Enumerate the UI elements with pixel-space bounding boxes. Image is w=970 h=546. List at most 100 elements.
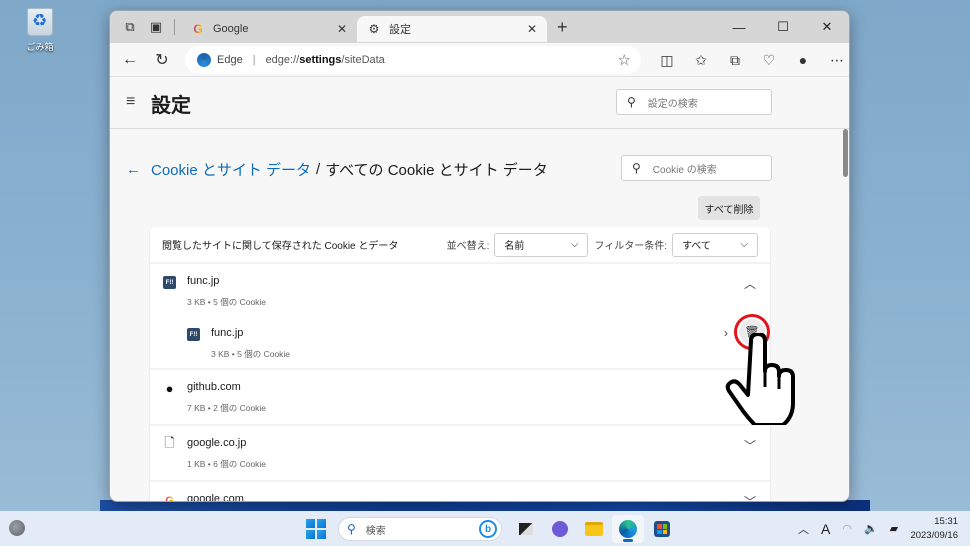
profile-icon[interactable]: ● [786, 46, 820, 74]
toolbar-actions: ◫ ✩ ⧉ ♡ ● ⋯ [650, 46, 849, 74]
delete-all-button[interactable]: すべて削除 [698, 196, 760, 220]
minimize-button[interactable]: — [717, 11, 761, 43]
site-row-header[interactable]: F!! func.jp 3 KB • 5 個の Cookie ︿ [150, 264, 770, 318]
file-explorer-button[interactable] [578, 515, 610, 543]
address-bar[interactable]: Edge | edge://settings/siteData ☆ [185, 46, 641, 74]
ime-indicator[interactable]: A [821, 521, 830, 537]
site-row-func-jp: F!! func.jp 3 KB • 5 個の Cookie ︿ F!! fun… [150, 264, 770, 370]
store-app-button[interactable] [646, 515, 678, 543]
back-arrow-icon[interactable]: ← [126, 161, 141, 178]
chat-app-button[interactable] [544, 515, 576, 543]
site-row-google-com[interactable]: G google.com ﹀ [150, 482, 770, 502]
refresh-button[interactable]: ↻ [146, 46, 178, 74]
browser-essentials-icon[interactable]: ♡ [752, 46, 786, 74]
site-sub-row[interactable]: F!! func.jp 3 KB • 5 個の Cookie › 🗑 [150, 314, 770, 368]
cookie-search-input[interactable]: ⚲ Cookie の検索 [621, 155, 772, 181]
site-row-header[interactable]: G google.com ﹀ [150, 482, 770, 502]
site-row-header[interactable]: ● github.com 7 KB • 2 個の Cookie [150, 370, 770, 424]
browser-window: ⧉ ▣ G Google ✕ ⚙ 設定 ✕ + — ☐ ✕ ← ↻ Edge |… [109, 10, 850, 502]
close-tab-icon[interactable]: ✕ [527, 22, 537, 36]
site-meta: 1 KB • 6 個の Cookie [187, 459, 267, 469]
search-icon: ⚲ [632, 161, 641, 175]
sort-label: 並べ替え: [446, 241, 490, 252]
breadcrumb: ← Cookie とサイト データ / すべての Cookie とサイト データ [126, 159, 548, 180]
site-name: github.com [187, 381, 241, 393]
taskbar-search-input[interactable]: ⚲ 検索 b [338, 517, 502, 541]
site-meta: 3 KB • 5 個の Cookie [187, 297, 267, 307]
scrollbar-thumb[interactable] [843, 129, 848, 177]
filter-select[interactable]: すべて ⌵ [672, 232, 758, 257]
tab-strip: ⧉ ▣ G Google ✕ ⚙ 設定 ✕ + — ☐ ✕ [110, 11, 849, 43]
wifi-icon[interactable]: ◠ [842, 522, 852, 535]
cookie-list-card: 閲覧したサイトに関して保存された Cookie とデータ 並べ替え: 名前 ⌵ … [150, 227, 770, 502]
edge-app-button[interactable] [612, 515, 644, 543]
settings-content: ← Cookie とサイト データ / すべての Cookie とサイト データ… [110, 129, 849, 502]
volume-icon[interactable]: 🔈 [864, 522, 878, 535]
taskbar: ⚲ 検索 b ︿ A ◠ 🔈 ▰ 15:31 2023/09/16 [0, 511, 970, 546]
new-tab-button[interactable]: + [557, 17, 568, 38]
site-name: func.jp [211, 327, 244, 339]
start-button[interactable] [306, 519, 326, 539]
favorite-star-icon[interactable]: ☆ [618, 51, 631, 69]
chevron-down-icon: ⌵ [740, 239, 748, 250]
settings-search-input[interactable]: ⚲ 設定の検索 [616, 89, 772, 115]
edge-icon [619, 520, 637, 538]
clock[interactable]: 15:31 2023/09/16 [910, 515, 958, 543]
hand-pointer-icon [725, 333, 795, 425]
folder-icon [585, 522, 603, 536]
edge-logo-icon [197, 53, 211, 67]
system-tray: ︿ A ◠ 🔈 ▰ [798, 511, 910, 546]
filter-value: すべて [682, 241, 711, 252]
site-row-header[interactable]: 🗋 google.co.jp 1 KB • 6 個の Cookie ﹀ [150, 426, 770, 480]
favorites-icon[interactable]: ✩ [684, 46, 718, 74]
site-name: func.jp [187, 275, 220, 287]
collections-icon[interactable]: ⧉ [718, 46, 752, 74]
google-favicon: G [191, 22, 205, 36]
window-controls: — ☐ ✕ [717, 11, 849, 43]
filter-label: フィルター条件: [594, 241, 667, 252]
close-window-button[interactable]: ✕ [805, 11, 849, 43]
card-title: 閲覧したサイトに関して保存された Cookie とデータ [162, 241, 399, 252]
task-view-button[interactable] [510, 515, 542, 543]
more-options-icon[interactable]: ⋯ [820, 46, 849, 74]
url-bold: settings [299, 54, 342, 66]
menu-icon[interactable]: ≡ [126, 93, 135, 111]
tab-settings[interactable]: ⚙ 設定 ✕ [357, 16, 547, 42]
breadcrumb-separator: / [316, 161, 321, 178]
site-name: google.co.jp [187, 437, 247, 449]
page-title: 設定 [151, 95, 191, 117]
site-name: google.com [187, 493, 244, 502]
chat-icon [552, 521, 568, 537]
show-hidden-icons-chevron[interactable]: ︿ [798, 521, 809, 537]
sort-select[interactable]: 名前 ⌵ [494, 232, 589, 257]
tab-google[interactable]: G Google ✕ [181, 16, 357, 42]
search-placeholder: Cookie の検索 [652, 164, 717, 176]
split-screen-icon[interactable]: ◫ [650, 46, 684, 74]
site-row-github[interactable]: ● github.com 7 KB • 2 個の Cookie [150, 370, 770, 426]
search-icon: ⚲ [347, 522, 356, 536]
breadcrumb-parent-link[interactable]: Cookie とサイト データ [151, 159, 311, 180]
url-prefix: edge:// [265, 54, 300, 66]
chevron-down-icon[interactable]: ﹀ [744, 493, 756, 501]
vertical-tabs-icon[interactable]: ▣ [144, 15, 168, 39]
weather-widget-icon[interactable] [9, 520, 25, 536]
taskbar-apps: ⚲ 検索 b [306, 515, 678, 543]
workspaces-icon[interactable]: ⧉ [118, 15, 142, 39]
battery-icon[interactable]: ▰ [890, 522, 898, 535]
maximize-button[interactable]: ☐ [761, 11, 805, 43]
desktop-recycle-bin[interactable]: ごみ箱 [20, 8, 60, 53]
back-button[interactable]: ← [114, 46, 146, 74]
site-row-google-co-jp[interactable]: 🗋 google.co.jp 1 KB • 6 個の Cookie ﹀ [150, 426, 770, 482]
close-tab-icon[interactable]: ✕ [337, 22, 347, 36]
chevron-up-icon[interactable]: ︿ [744, 275, 756, 292]
google-favicon: G [163, 494, 176, 502]
document-icon: 🗋 [164, 434, 175, 450]
bing-icon[interactable]: b [479, 520, 497, 538]
search-icon: ⚲ [627, 95, 636, 109]
sort-value: 名前 [504, 241, 525, 252]
clock-date: 2023/09/16 [910, 530, 958, 541]
site-identity-label: Edge [217, 54, 243, 66]
chevron-down-icon[interactable]: ﹀ [744, 437, 756, 454]
browser-toolbar: ← ↻ Edge | edge://settings/siteData ☆ ◫ … [110, 43, 849, 77]
tab-label: Google [213, 23, 249, 35]
